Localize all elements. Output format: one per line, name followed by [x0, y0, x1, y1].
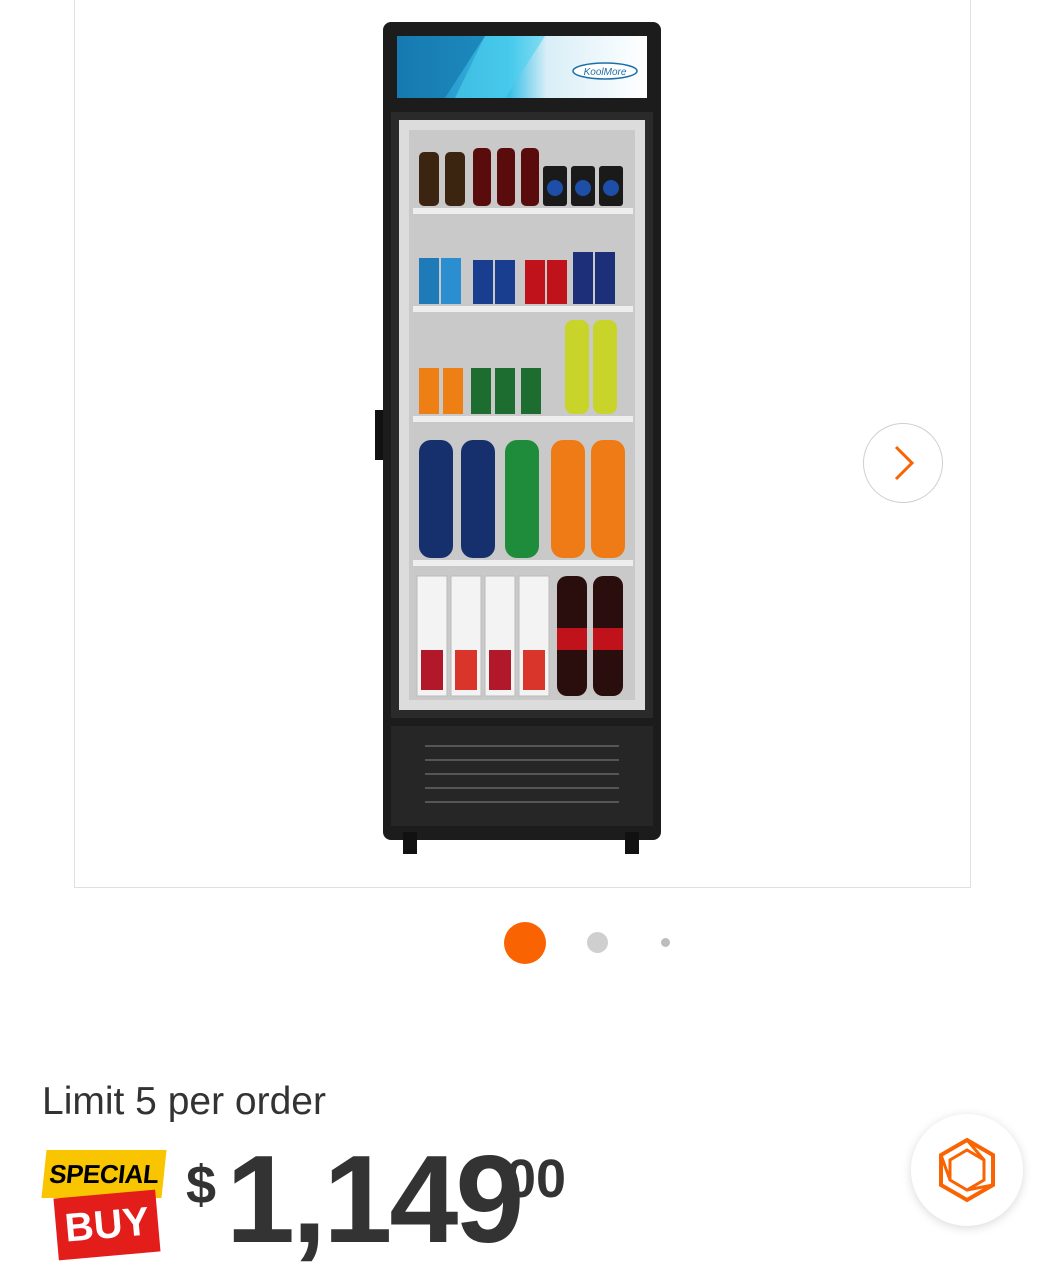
chat-assistant-button[interactable] [911, 1114, 1023, 1226]
special-buy-badge: SPECIAL BUY [41, 1150, 167, 1261]
hexagon-chat-icon [939, 1137, 995, 1203]
price-cents: 00 [506, 1149, 567, 1209]
badge-buy-label: BUY [53, 1189, 161, 1261]
next-image-button[interactable] [863, 423, 943, 503]
pagination-dot-active[interactable] [504, 922, 546, 964]
product-image: KoolMore [375, 22, 661, 854]
chevron-right-icon [894, 445, 915, 481]
pagination-dot[interactable] [587, 932, 608, 953]
brand-logo-text: KoolMore [584, 67, 627, 78]
price-currency-symbol: $ [186, 1155, 217, 1215]
carousel-pagination [0, 921, 1046, 964]
price-dollars: 1,149 [226, 1131, 524, 1269]
pagination-dot[interactable] [661, 938, 670, 947]
product-image-gallery: KoolMore [74, 0, 971, 888]
purchase-limit-text: Limit 5 per order [42, 1080, 326, 1123]
